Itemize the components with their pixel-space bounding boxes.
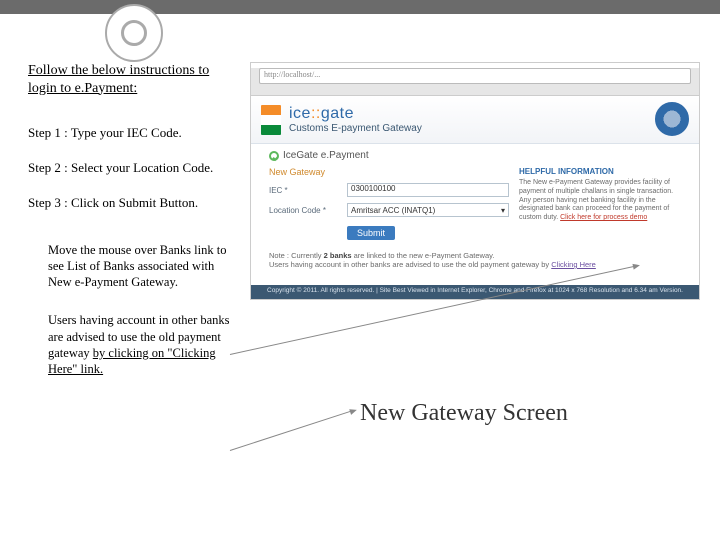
location-select[interactable]: Amritsar ACC (INATQ1) ▾ [347,203,509,217]
iec-label: IEC * [269,186,341,195]
process-demo-link[interactable]: Click here for process demo [560,214,647,221]
brand-ice: ice [289,105,311,122]
info-area: HELPFUL INFORMATION The New e-Payment Ga… [519,167,681,241]
brand-subtitle: Customs E-payment Gateway [289,123,422,134]
note-banks-hover: Move the mouse over Banks link to see Li… [48,242,238,291]
check-icon [269,151,279,161]
brand-title: ice::gate [289,105,422,123]
brand-dots: :: [311,105,321,122]
decorative-circle [105,4,163,62]
browser-url-bar[interactable]: http://localhost/... [259,68,691,84]
location-label: Location Code * [269,206,341,215]
submit-button[interactable]: Submit [347,226,395,240]
note-mid: are linked to the new e-Payment Gateway. [352,251,495,260]
section-title: New Gateway [269,167,509,177]
chevron-down-icon: ▾ [501,206,505,215]
iec-input[interactable]: 0300100100 [347,183,509,197]
form-area: New Gateway IEC * 0300100100 Location Co… [269,167,509,241]
instructions-panel: Follow the below instructions to login t… [28,62,238,399]
note-old-gateway: Users having account in other banks are … [48,312,238,377]
site-footer: Copyright © 2011. All rights reserved. |… [251,285,699,299]
arrow-head-2 [349,407,358,415]
step-2: Step 2 : Select your Location Code. [28,160,238,177]
decorative-circle-inner [121,20,147,46]
note-banks-count: 2 banks [324,251,352,260]
location-value: Amritsar ACC (INATQ1) [351,206,435,215]
browser-chrome: http://localhost/... [251,68,699,96]
india-flag-icon [261,105,281,135]
tab-label: IceGate e.Payment [283,150,369,161]
location-row: Location Code * Amritsar ACC (INATQ1) ▾ [269,203,509,217]
intro-text: Follow the below instructions to login t… [28,62,238,97]
step-3: Step 3 : Click on Submit Button. [28,195,238,212]
info-title: HELPFUL INFORMATION [519,167,681,176]
emblem-icon [655,102,689,136]
brand-gate: gate [321,105,354,122]
info-text: The New e-Payment Gateway provides facil… [519,179,681,223]
clicking-here-link[interactable]: Clicking Here [551,260,596,269]
slide-caption: New Gateway Screen [360,400,568,427]
site-brand: ice::gate Customs E-payment Gateway [289,105,422,134]
note-line2: Users having account in other banks are … [269,260,551,269]
content-row: New Gateway IEC * 0300100100 Location Co… [251,161,699,241]
tab-row: IceGate e.Payment [251,144,699,161]
step-1: Step 1 : Type your IEC Code. [28,125,238,142]
iec-row: IEC * 0300100100 [269,183,509,197]
site-header: ice::gate Customs E-payment Gateway [251,96,699,144]
arrow-to-caption [230,410,352,451]
slide-top-bar [0,0,720,14]
note-prefix: Note : Currently [269,251,324,260]
